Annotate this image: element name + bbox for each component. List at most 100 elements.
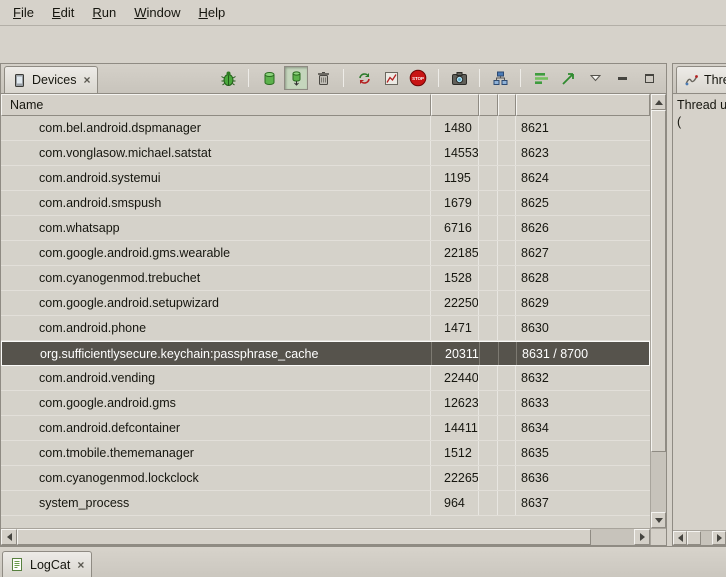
- update-heap-button[interactable]: [257, 66, 281, 90]
- table-row[interactable]: org.sufficientlysecure.keychain:passphra…: [1, 341, 650, 366]
- table-row[interactable]: com.vonglasow.michael.satstat 14553 8623: [1, 141, 650, 166]
- process-name-cell: com.android.vending: [1, 366, 431, 390]
- table-row[interactable]: com.android.smspush 1679 8625: [1, 191, 650, 216]
- scroll-left-button[interactable]: [673, 531, 687, 545]
- blank-cell: [498, 216, 516, 240]
- screen-capture-button[interactable]: [447, 66, 471, 90]
- stop-icon: STOP: [409, 69, 427, 87]
- stop-process-button[interactable]: STOP: [406, 66, 430, 90]
- trash-icon: [315, 70, 332, 87]
- table-row[interactable]: com.google.android.gms.wearable 22185 86…: [1, 241, 650, 266]
- column-header-port[interactable]: [516, 94, 650, 116]
- horizontal-scrollbar[interactable]: [1, 528, 666, 545]
- vertical-scroll-track[interactable]: [651, 110, 666, 512]
- arrow-right-icon: [640, 533, 645, 541]
- process-port-cell: 8627: [516, 241, 650, 265]
- horizontal-scroll-track[interactable]: [17, 529, 634, 545]
- threads-message-line2: (: [677, 114, 722, 131]
- table-row[interactable]: com.google.android.setupwizard 22250 862…: [1, 291, 650, 316]
- scroll-right-button[interactable]: [634, 529, 650, 545]
- scroll-down-button[interactable]: [651, 512, 666, 528]
- table-row[interactable]: system_process 964 8637: [1, 491, 650, 516]
- tab-threads[interactable]: Threads: [676, 66, 726, 93]
- column-header-pid[interactable]: [431, 94, 479, 116]
- process-port-cell: 8636: [516, 466, 650, 490]
- toolbar-separator: [248, 69, 249, 87]
- blank-cell: [499, 342, 517, 365]
- dump-view-hierarchy-button[interactable]: [488, 66, 512, 90]
- minimize-button[interactable]: [610, 66, 634, 90]
- process-name-cell: org.sufficientlysecure.keychain:passphra…: [2, 342, 432, 365]
- stop-label: STOP: [412, 76, 424, 81]
- devices-panel: Devices ×: [0, 63, 667, 546]
- threads-scroll-track[interactable]: [687, 531, 712, 545]
- blank-cell: [479, 316, 498, 340]
- threads-scrollbar-thumb[interactable]: [687, 531, 701, 545]
- vertical-scrollbar-thumb[interactable]: [651, 110, 666, 452]
- view-menu-button[interactable]: [583, 66, 607, 90]
- column-header-blank1[interactable]: [479, 94, 498, 116]
- process-name-cell: com.whatsapp: [1, 216, 431, 240]
- blank-cell: [480, 342, 499, 365]
- horizontal-scrollbar-thumb[interactable]: [17, 529, 591, 545]
- close-icon[interactable]: ×: [77, 558, 84, 572]
- scroll-left-button[interactable]: [1, 529, 17, 545]
- process-pid-cell: 1528: [431, 266, 479, 290]
- table-row[interactable]: com.android.vending 22440 8632: [1, 366, 650, 391]
- arrow-up-icon: [655, 100, 663, 105]
- scroll-right-button[interactable]: [712, 531, 726, 545]
- vertical-scrollbar[interactable]: [650, 94, 666, 528]
- table-row[interactable]: com.android.defcontainer 14411 8634: [1, 416, 650, 441]
- process-pid-cell: 1471: [431, 316, 479, 340]
- menu-run[interactable]: Run: [83, 2, 125, 23]
- toolbar-separator: [343, 69, 344, 87]
- process-name-cell: com.android.defcontainer: [1, 416, 431, 440]
- table-row[interactable]: com.cyanogenmod.trebuchet 1528 8628: [1, 266, 650, 291]
- blank-cell: [479, 466, 498, 490]
- blank-cell: [498, 266, 516, 290]
- menu-edit[interactable]: Edit: [43, 2, 83, 23]
- column-header-name[interactable]: Name: [1, 94, 431, 116]
- table-row[interactable]: com.android.systemui 1195 8624: [1, 166, 650, 191]
- process-pid-cell: 1480: [431, 116, 479, 140]
- close-icon[interactable]: ×: [83, 73, 90, 87]
- threads-horizontal-scrollbar[interactable]: [673, 530, 726, 545]
- main-toolbar: [0, 26, 726, 63]
- threads-tabrow: Threads: [673, 64, 726, 94]
- chevron-down-icon: [590, 74, 601, 82]
- process-port-cell: 8623: [516, 141, 650, 165]
- systrace-icon: [533, 70, 550, 87]
- table-row[interactable]: com.cyanogenmod.lockclock 22265 8636: [1, 466, 650, 491]
- scroll-up-button[interactable]: [651, 94, 666, 110]
- maximize-button[interactable]: [637, 66, 661, 90]
- view-hierarchy-icon: [492, 70, 509, 87]
- cause-gc-button[interactable]: [311, 66, 335, 90]
- devices-toolbar: STOP: [216, 64, 666, 93]
- table-row[interactable]: com.google.android.gms 12623 8633: [1, 391, 650, 416]
- menubar: File Edit Run Window Help: [0, 0, 726, 26]
- arrow-down-icon: [655, 518, 663, 523]
- table-row[interactable]: com.tmobile.thememanager 1512 8635: [1, 441, 650, 466]
- table-row[interactable]: com.bel.android.dspmanager 1480 8621: [1, 116, 650, 141]
- blank-cell: [498, 116, 516, 140]
- table-row[interactable]: com.whatsapp 6716 8626: [1, 216, 650, 241]
- table-row[interactable]: com.android.phone 1471 8630: [1, 316, 650, 341]
- menu-file[interactable]: File: [4, 2, 43, 23]
- dump-hprof-button[interactable]: [284, 66, 308, 90]
- arrow-left-icon: [7, 533, 12, 541]
- tab-devices[interactable]: Devices ×: [4, 66, 98, 93]
- update-threads-button[interactable]: [352, 66, 376, 90]
- method-profiling-button[interactable]: [379, 66, 403, 90]
- menu-help[interactable]: Help: [189, 2, 234, 23]
- tab-logcat[interactable]: LogCat ×: [2, 551, 92, 577]
- process-pid-cell: 6716: [431, 216, 479, 240]
- blank-cell: [498, 166, 516, 190]
- blank-cell: [479, 491, 498, 515]
- systrace-button[interactable]: [529, 66, 553, 90]
- blank-cell: [479, 441, 498, 465]
- opengl-trace-button[interactable]: [556, 66, 580, 90]
- menu-window[interactable]: Window: [125, 2, 189, 23]
- column-header-blank2[interactable]: [498, 94, 516, 116]
- debug-process-button[interactable]: [216, 66, 240, 90]
- process-name-cell: com.google.android.setupwizard: [1, 291, 431, 315]
